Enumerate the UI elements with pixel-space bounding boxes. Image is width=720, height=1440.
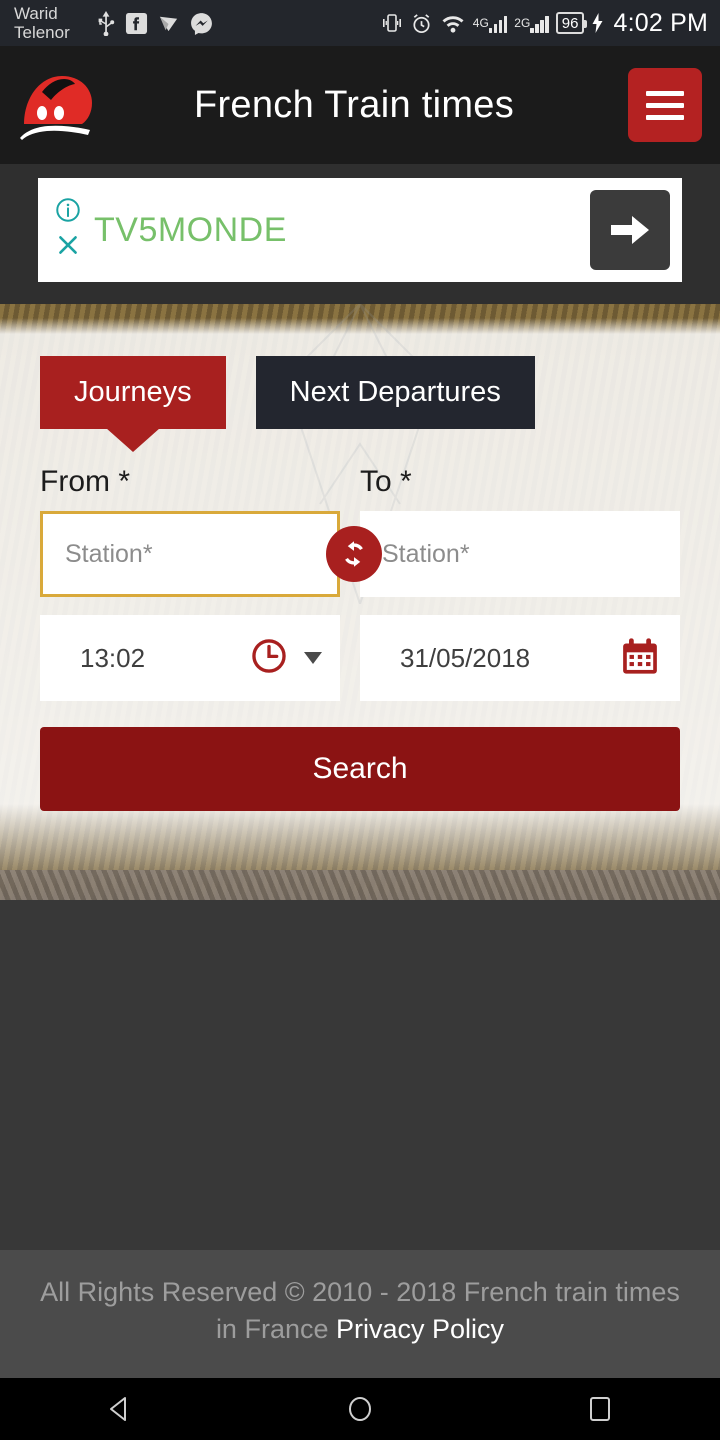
status-bar: Warid Telenor 4G 2G 96 4:02 PM	[0, 0, 720, 46]
status-left-icons	[96, 10, 214, 36]
battery-level-label: 96	[561, 14, 579, 32]
tab-journeys[interactable]: Journeys	[40, 356, 226, 429]
calendar-icon[interactable]	[618, 634, 662, 683]
menu-bar-3	[646, 114, 684, 120]
form-tabs: Journeys Next Departures	[40, 356, 680, 429]
ad-banner[interactable]: TV5MONDE	[38, 178, 682, 282]
chevron-down-icon[interactable]	[304, 652, 322, 664]
ad-badges	[52, 196, 84, 264]
phone-screen: Warid Telenor 4G 2G 96 4:02 PM French Tr…	[0, 0, 720, 1440]
page-body-filler	[0, 900, 720, 1250]
privacy-policy-link[interactable]: Privacy Policy	[336, 1314, 504, 1344]
ad-info-icon[interactable]	[54, 196, 82, 229]
tab-next-departures[interactable]: Next Departures	[255, 356, 535, 429]
messenger-icon	[189, 11, 214, 36]
time-field[interactable]: 13:02	[40, 615, 340, 701]
from-label: From *	[40, 465, 130, 498]
station-row	[40, 511, 680, 597]
facebook-icon	[125, 12, 148, 35]
footer: All Rights Reserved © 2010 - 2018 French…	[0, 1250, 720, 1378]
network-4g-label: 4G	[472, 16, 489, 30]
wifi-icon	[440, 12, 466, 34]
hamburger-menu-icon[interactable]	[628, 68, 702, 142]
ad-close-icon[interactable]	[54, 231, 82, 264]
to-station-input[interactable]	[360, 511, 680, 597]
ad-advertiser-label: TV5MONDE	[94, 210, 287, 249]
search-form: Journeys Next Departures From * To * Sta…	[0, 304, 720, 811]
home-circle-icon[interactable]	[300, 1378, 420, 1440]
network-2g-label: 2G	[514, 16, 531, 30]
battery-icon: 96	[555, 12, 588, 34]
signal-2g-icon: 2G	[514, 13, 549, 33]
menu-bar-1	[646, 90, 684, 96]
search-hero: Journeys Next Departures From * To * Sta…	[0, 304, 720, 900]
recents-square-icon[interactable]	[540, 1378, 660, 1440]
time-value: 13:02	[80, 642, 146, 673]
play-store-icon	[157, 12, 180, 35]
android-nav-bar	[0, 1378, 720, 1440]
charging-bolt-icon	[591, 12, 604, 34]
arrow-right-icon[interactable]	[590, 190, 670, 270]
date-field[interactable]: 31/05/2018	[360, 615, 680, 701]
datetime-row: 13:02 31/05/2018	[40, 615, 680, 701]
ad-zone: TV5MONDE	[0, 164, 720, 304]
carrier-label: Warid Telenor	[14, 4, 70, 42]
footer-copyright-block: All Rights Reserved © 2010 - 2018 French…	[26, 1274, 694, 1348]
page-title: French Train times	[193, 83, 515, 126]
menu-bar-2	[646, 102, 684, 108]
app-header: French Train times	[0, 46, 720, 164]
date-value: 31/05/2018	[400, 642, 531, 673]
alarm-icon	[410, 12, 433, 35]
signal-4g-icon: 4G	[473, 13, 508, 33]
back-triangle-icon[interactable]	[60, 1378, 180, 1440]
search-button[interactable]: Search	[40, 727, 680, 811]
clock-icon[interactable]	[248, 635, 290, 682]
swap-stations-icon[interactable]	[326, 526, 382, 582]
from-station-input[interactable]	[40, 511, 340, 597]
field-labels-row: From * To *	[40, 465, 680, 499]
vibrate-icon	[381, 11, 403, 35]
to-label: To *	[360, 465, 412, 498]
usb-icon	[96, 10, 116, 36]
platform-floor-texture	[0, 870, 720, 900]
status-right-icons: 4G 2G 96 4:02 PM	[381, 9, 708, 38]
status-clock: 4:02 PM	[613, 8, 708, 37]
